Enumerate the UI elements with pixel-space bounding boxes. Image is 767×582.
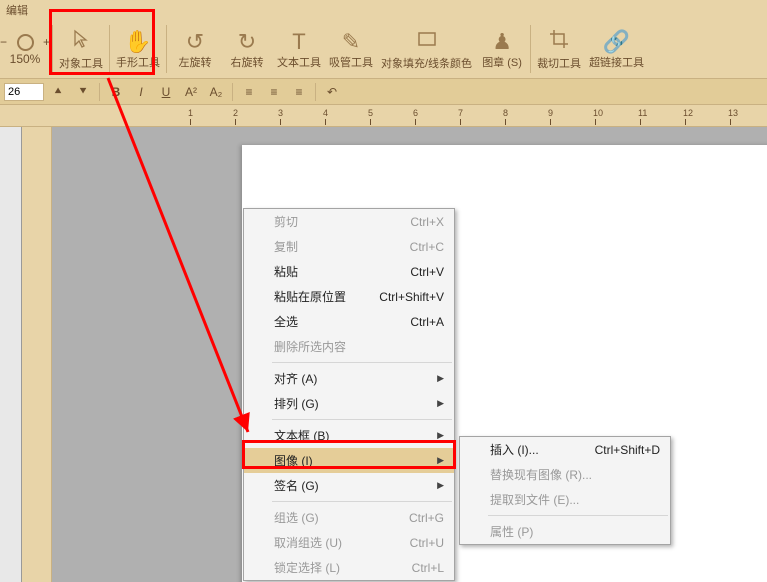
fill-stroke-button[interactable]: 对象填充/线条颜色 <box>377 20 476 78</box>
rotate-right-icon: ↻ <box>238 29 256 55</box>
undo-button[interactable]: ↶ <box>321 82 343 102</box>
zoom-value[interactable]: 150% <box>10 52 41 66</box>
link-icon: 🔗 <box>603 29 630 55</box>
bold-button[interactable]: B <box>105 82 127 102</box>
hand-tool-button[interactable]: ✋ 手形工具 <box>112 20 164 78</box>
underline-button[interactable]: U <box>155 82 177 102</box>
superscript-button[interactable]: A² <box>180 82 202 102</box>
crop-icon <box>548 28 570 56</box>
separator <box>530 25 531 73</box>
menu-item[interactable]: 对齐 (A)▶ <box>244 366 454 391</box>
menu-item: 锁定选择 (L)Ctrl+L <box>244 555 454 580</box>
tool-label: 手形工具 <box>116 57 160 69</box>
separator <box>52 25 53 73</box>
separator <box>99 83 100 101</box>
format-toolbar: ⯅ ⯆ B I U A² A₂ ≡ ≡ ≡ ↶ <box>0 79 767 105</box>
ribbon-tools: − + 150% 对象工具 ✋ 手形工具 ↺ 左旋转 ↻ 右旋转 T 文本工具 ✎ 吸管工… <box>0 20 767 78</box>
tool-label: 对象工具 <box>59 58 103 70</box>
rotate-right-button[interactable]: ↻ 右旋转 <box>221 20 273 78</box>
font-size-input[interactable] <box>4 83 44 101</box>
eyedropper-icon: ✎ <box>342 29 360 55</box>
horizontal-ruler: 1234567891011121314 <box>0 105 767 127</box>
object-tool-button[interactable]: 对象工具 <box>55 20 107 78</box>
menu-item: 删除所选内容 <box>244 334 454 359</box>
submenu-item: 替换现有图像 (R)... <box>460 462 670 487</box>
tool-label: 吸管工具 <box>329 57 373 69</box>
submenu-item: 属性 (P) <box>460 519 670 544</box>
menu-item[interactable]: 全选Ctrl+A <box>244 309 454 334</box>
image-submenu: 插入 (I)...Ctrl+Shift+D替换现有图像 (R)...提取到文件 … <box>459 436 671 545</box>
italic-button[interactable]: I <box>130 82 152 102</box>
rotate-left-icon: ↺ <box>186 29 204 55</box>
tool-label: 对象填充/线条颜色 <box>381 58 472 70</box>
submenu-item: 提取到文件 (E)... <box>460 487 670 512</box>
menu-item[interactable]: 图像 (I)▶ <box>244 448 454 473</box>
tool-label: 裁切工具 <box>537 58 581 70</box>
cursor-icon <box>70 28 92 56</box>
tool-label: 超链接工具 <box>589 57 644 69</box>
menu-item: 剪切Ctrl+X <box>244 209 454 234</box>
separator <box>315 83 316 101</box>
menu-item: 组选 (G)Ctrl+G <box>244 505 454 530</box>
text-icon: T <box>292 29 305 55</box>
decrease-button[interactable]: ⯆ <box>72 82 94 102</box>
separator <box>232 83 233 101</box>
hand-icon: ✋ <box>124 29 151 55</box>
tool-label: 文本工具 <box>277 57 321 69</box>
tool-label: 右旋转 <box>231 57 264 69</box>
submenu-item[interactable]: 插入 (I)...Ctrl+Shift+D <box>460 437 670 462</box>
eyedropper-button[interactable]: ✎ 吸管工具 <box>325 20 377 78</box>
menu-item[interactable]: 签名 (G)▶ <box>244 473 454 498</box>
menu-item[interactable]: 文本框 (B)▶ <box>244 423 454 448</box>
context-menu: 剪切Ctrl+X复制Ctrl+C粘贴Ctrl+V粘贴在原位置Ctrl+Shift… <box>243 208 455 581</box>
align-left-button[interactable]: ≡ <box>238 82 260 102</box>
tool-label: 左旋转 <box>179 57 212 69</box>
hyperlink-button[interactable]: 🔗 超链接工具 <box>585 20 648 78</box>
stamp-button[interactable]: ♟ 图章 (S) <box>476 20 528 78</box>
subscript-button[interactable]: A₂ <box>205 82 227 102</box>
zoom-block: − + 150% <box>0 32 50 66</box>
menu-item[interactable]: 粘贴Ctrl+V <box>244 259 454 284</box>
align-center-button[interactable]: ≡ <box>263 82 285 102</box>
text-tool-button[interactable]: T 文本工具 <box>273 20 325 78</box>
zoom-out-button[interactable]: − <box>0 32 15 52</box>
rect-icon <box>416 28 438 56</box>
separator <box>109 25 110 73</box>
menu-item: 复制Ctrl+C <box>244 234 454 259</box>
align-right-button[interactable]: ≡ <box>288 82 310 102</box>
menu-item: 取消组选 (U)Ctrl+U <box>244 530 454 555</box>
thumbnail-panel[interactable] <box>0 127 22 582</box>
crop-button[interactable]: 裁切工具 <box>533 20 585 78</box>
increase-button[interactable]: ⯅ <box>47 82 69 102</box>
tool-label: 图章 (S) <box>482 57 522 69</box>
rotate-left-button[interactable]: ↺ 左旋转 <box>169 20 221 78</box>
vertical-ruler <box>22 127 52 582</box>
stamp-icon: ♟ <box>492 29 512 55</box>
ribbon: 编辑 − + 150% 对象工具 ✋ 手形工具 ↺ 左旋转 ↻ 右旋转 T 文本工具 ✎… <box>0 0 767 79</box>
separator <box>166 25 167 73</box>
menu-item[interactable]: 粘贴在原位置Ctrl+Shift+V <box>244 284 454 309</box>
menu-item[interactable]: 排列 (G)▶ <box>244 391 454 416</box>
ribbon-title: 编辑 <box>0 0 767 20</box>
zoom-circle-icon <box>17 34 34 51</box>
